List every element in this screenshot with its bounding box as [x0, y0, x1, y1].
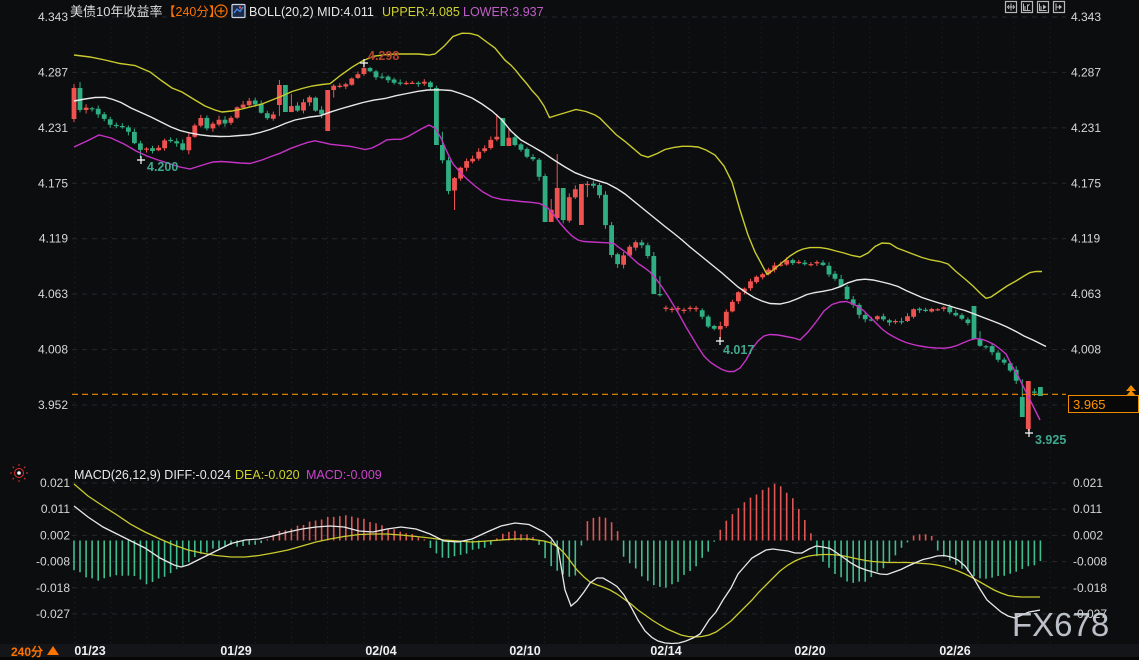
svg-text:02/26: 02/26: [939, 644, 970, 658]
svg-text:4.200: 4.200: [147, 160, 178, 174]
svg-text:4.063: 4.063: [1071, 287, 1101, 301]
svg-text:240分: 240分: [11, 644, 43, 659]
svg-text:FX678: FX678: [1012, 606, 1109, 643]
svg-text:01/29: 01/29: [220, 644, 251, 658]
svg-text:-0.008: -0.008: [36, 555, 70, 569]
svg-text:4.287: 4.287: [38, 65, 68, 79]
svg-text:4.119: 4.119: [1071, 232, 1100, 246]
svg-text:UPPER:4.085: UPPER:4.085: [382, 5, 460, 19]
svg-text:0.021: 0.021: [40, 476, 70, 490]
svg-text:【240分】: 【240分】: [163, 5, 221, 19]
svg-text:0.011: 0.011: [1073, 502, 1102, 516]
svg-text:4.231: 4.231: [1071, 121, 1101, 135]
svg-text:3.965: 3.965: [1073, 397, 1106, 412]
svg-text:3.925: 3.925: [1035, 433, 1066, 447]
svg-text:4.008: 4.008: [38, 343, 68, 357]
svg-text:4.008: 4.008: [1071, 343, 1101, 357]
svg-text:-0.008: -0.008: [1073, 555, 1107, 569]
svg-text:4.063: 4.063: [38, 287, 68, 301]
svg-text:4.175: 4.175: [38, 176, 68, 190]
svg-text:02/20: 02/20: [794, 644, 825, 658]
svg-text:MACD(26,12,9) DIFF:-0.024: MACD(26,12,9) DIFF:-0.024: [74, 468, 231, 482]
svg-text:4.017: 4.017: [723, 343, 754, 357]
svg-text:-0.018: -0.018: [1073, 581, 1107, 595]
svg-text:0.011: 0.011: [41, 502, 70, 516]
svg-text:美债10年收益率: 美债10年收益率: [70, 4, 162, 19]
svg-text:-0.027: -0.027: [36, 607, 70, 621]
svg-text:4.231: 4.231: [38, 121, 68, 135]
svg-text:02/10: 02/10: [509, 644, 540, 658]
svg-text:4.119: 4.119: [39, 232, 68, 246]
svg-text:0.021: 0.021: [1073, 476, 1103, 490]
svg-text:4.287: 4.287: [1071, 65, 1101, 79]
svg-text:BOLL(20,2) MID:4.011: BOLL(20,2) MID:4.011: [249, 5, 374, 19]
svg-text:4.298: 4.298: [368, 49, 399, 63]
svg-text:LOWER:3.937: LOWER:3.937: [463, 5, 544, 19]
svg-text:-0.018: -0.018: [36, 581, 70, 595]
svg-text:01/23: 01/23: [74, 644, 105, 658]
svg-text:02/04: 02/04: [365, 644, 396, 658]
svg-text:0.002: 0.002: [40, 528, 70, 542]
svg-text:MACD:-0.009: MACD:-0.009: [306, 468, 382, 482]
svg-text:DEA:-0.020: DEA:-0.020: [235, 468, 300, 482]
svg-text:4.343: 4.343: [1071, 10, 1101, 24]
svg-text:4.175: 4.175: [1071, 176, 1101, 190]
svg-text:02/14: 02/14: [650, 644, 681, 658]
svg-text:4.343: 4.343: [38, 10, 68, 24]
svg-text:3.952: 3.952: [38, 398, 68, 412]
svg-text:0.002: 0.002: [1073, 528, 1103, 542]
